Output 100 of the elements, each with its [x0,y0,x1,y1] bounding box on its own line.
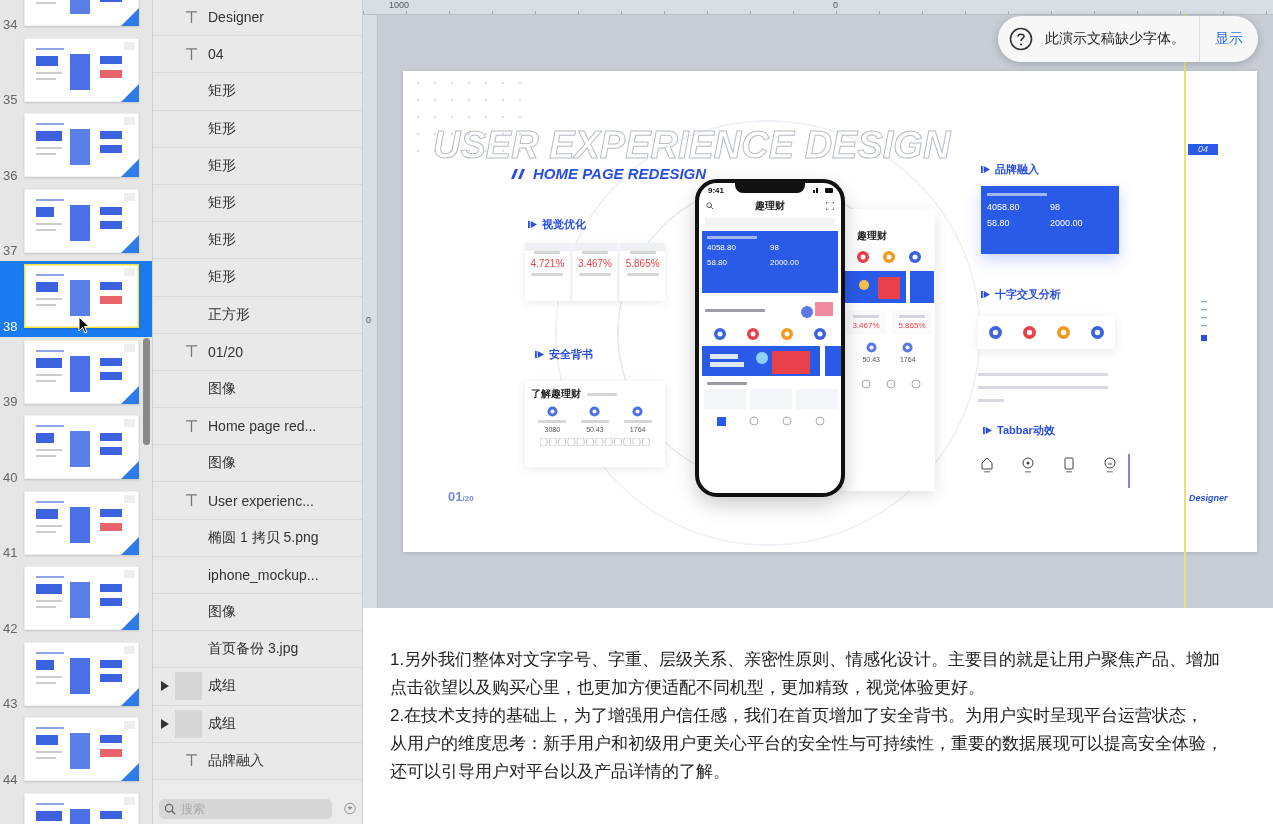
rate-value: 5.865% [898,321,926,330]
layer-name: 01/20 [208,343,244,360]
rate-value: 3.467% [852,321,880,330]
signature: Designer [1189,493,1228,503]
play-icon [535,350,544,359]
slide-number: 37 [3,243,18,258]
text-layer-icon [185,754,198,768]
caret-icon[interactable] [161,718,169,729]
text-line [899,315,925,318]
account-value: 58.80 [707,258,729,267]
app-icon [713,328,726,340]
account-value: 2000.00 [1050,218,1084,228]
note-paragraph: 从用户的维度思考：新手用户和初级用户更关心平台的安全性与可持续性，重要的数据展现可以提高安全体验，还可以引导用户对平台以及产品详情的了解。 [390,733,1224,783]
app-icon [988,326,1002,339]
layer-name: 矩形 [208,194,236,213]
text-line [538,420,567,423]
slide-number: 40 [3,469,18,485]
slide-list-item[interactable]: 37 [0,185,152,261]
ruler-label: 0 [833,0,838,10]
presenter-notes[interactable] [363,608,1273,824]
scan-icon [826,202,834,210]
text-line [531,273,564,276]
slide-thumbnail[interactable] [24,415,139,479]
slide-list-item[interactable]: 38 [0,261,152,337]
account-value: 58.80 [987,218,1011,228]
slide-thumbnail[interactable] [24,188,139,253]
slide-number: 41 [3,545,18,560]
watermark-title: USER EXPERIENCE DESIGN [433,126,951,164]
slide-thumbnail[interactable] [24,566,139,630]
caret-icon[interactable] [161,681,169,692]
account-value: 2000.00 [770,258,800,267]
layer-name: 正方形 [208,305,250,324]
text-layer-icon [185,10,198,24]
app-icon [1022,326,1036,339]
slide-list-item[interactable]: 42 [0,563,152,639]
search-icon [706,202,714,210]
slide-thumbnail[interactable] [24,641,139,706]
show-button[interactable]: 显示 [1199,16,1258,62]
slide-number: 42 [3,620,18,636]
text-line [579,273,611,276]
section-heading: 视觉优化 [542,217,586,232]
status-time: 9:41 [708,185,724,195]
home-icon [981,457,993,473]
layer-name: User experienc... [208,492,314,509]
slide-number: 35 [3,92,18,107]
note-paragraph: 2.在技术支持的基础上，为了增强用户信任感，我们在首页增加了安全背书。为用户实时呈现平台运营状态， [390,705,1205,727]
slide-list-item[interactable]: 35 [0,34,152,110]
ruler-label: 0 [366,315,371,325]
app-icon [883,251,895,263]
slide-thumbnail[interactable] [24,490,139,555]
signal-icon [813,187,833,193]
section-heading: 十字交叉分析 [995,287,1061,302]
slide-thumbnail[interactable] [24,339,139,404]
compass-icon [1022,457,1034,473]
rate-value: 5.865% [625,258,660,269]
slide-list-item[interactable]: 44 [0,714,152,790]
slide-thumbnail[interactable] [24,264,139,328]
slide-list-item[interactable]: 39 [0,336,152,412]
slide-number: 44 [3,771,18,787]
layer-name: 成组 [208,677,236,696]
layer-name: 品牌融入 [208,751,264,770]
text-line [705,308,765,312]
account-value: 98 [1050,202,1061,212]
play-icon [528,220,537,229]
slide-thumbnail[interactable] [24,37,139,102]
page-indicator [1201,301,1207,341]
app-icon [865,342,877,353]
cursor-icon [78,316,90,334]
layer-name: 图像 [208,603,236,622]
slide-list-item[interactable]: 34 [0,0,152,35]
app-icon [747,328,760,340]
page-number: 01/20 [448,489,474,504]
app-icon [780,328,793,340]
account-value: 4058.80 [987,202,1021,212]
slide-thumbnail[interactable] [24,113,139,177]
slide-list-item[interactable]: 40 [0,412,152,488]
text-line [707,236,757,239]
slide-list-item[interactable]: 36 [0,110,152,186]
slide-list-item[interactable]: 41 [0,487,152,563]
rate-value: 3.467% [578,258,612,269]
slide-title: HOME PAGE REDESIGN [533,165,707,182]
account-value: 4058.80 [707,243,737,252]
layer-name: 成组 [208,714,236,733]
slide-number: 36 [3,167,18,183]
text-layer-icon [185,494,198,508]
phone-notch [735,183,805,193]
section-heading: 品牌融入 [995,162,1039,177]
app-icon [1091,326,1105,339]
layer-name: 矩形 [208,268,236,287]
notification-text: 此演示文稿缺少字体。 [1045,30,1185,48]
scrollbar[interactable] [143,338,150,445]
play-icon [983,426,992,435]
layer-name: 图像 [208,454,236,473]
app-icon [814,328,827,340]
ruler-label: 1000 [389,0,410,10]
slide-thumbnail[interactable] [24,717,139,781]
slide-list-item[interactable]: 43 [0,638,152,714]
filter-icon[interactable] [344,801,356,816]
app-icon [1057,326,1071,339]
app-icon [909,251,921,263]
